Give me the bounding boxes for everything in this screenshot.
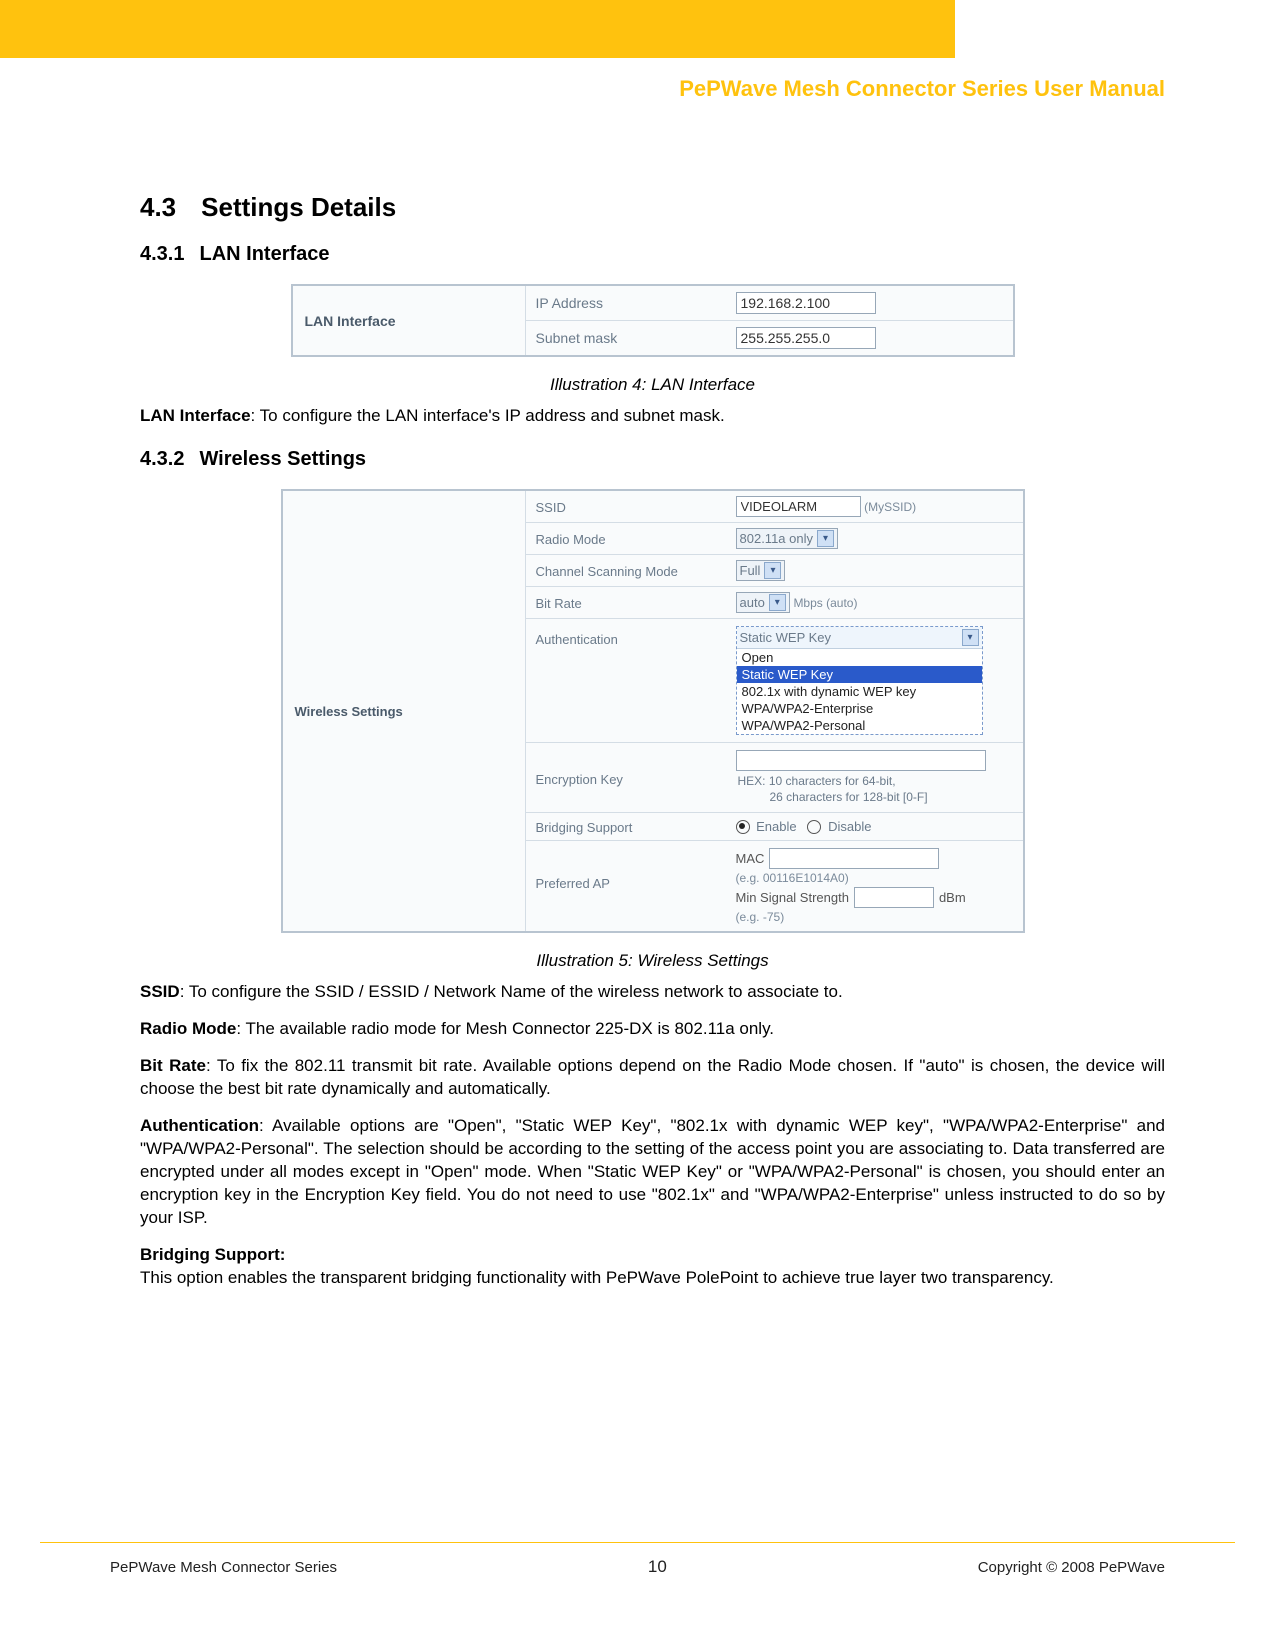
bridge-label: Bridging Support bbox=[526, 818, 736, 835]
lan-mask-input[interactable] bbox=[736, 327, 876, 349]
auth-body: : Available options are "Open", "Static … bbox=[140, 1116, 1165, 1227]
enc-key-input[interactable] bbox=[736, 750, 986, 771]
lan-mask-row: Subnet mask bbox=[526, 321, 1013, 355]
minsig-label: Min Signal Strength bbox=[736, 890, 849, 905]
bitrate-label: Bit Rate bbox=[526, 594, 736, 611]
auth-label: Authentication bbox=[526, 626, 736, 647]
minsig-eg: (e.g. -75) bbox=[736, 910, 1015, 924]
footer-right: Copyright © 2008 PePWave bbox=[978, 1559, 1165, 1576]
lan-desc-para: LAN Interface: To configure the LAN inte… bbox=[140, 405, 1165, 428]
illustration-4-caption: Illustration 4: LAN Interface bbox=[140, 375, 1165, 395]
lan-section-label: LAN Interface bbox=[293, 286, 526, 355]
enc-hint-2: 26 characters for 128-bit [0-F] bbox=[738, 790, 1015, 806]
mac-label: MAC bbox=[736, 851, 765, 866]
lan-ip-label: IP Address bbox=[526, 295, 736, 311]
auth-option-static-wep[interactable]: Static WEP Key bbox=[737, 666, 982, 683]
auth-para: Authentication: Available options are "O… bbox=[140, 1115, 1165, 1230]
ssid-input[interactable] bbox=[736, 496, 861, 517]
radio-body: : The available radio mode for Mesh Conn… bbox=[236, 1019, 774, 1038]
ssid-label: SSID bbox=[526, 498, 736, 515]
auth-dropdown-list: Open Static WEP Key 802.1x with dynamic … bbox=[737, 649, 982, 734]
auth-option-wpa-ent[interactable]: WPA/WPA2-Enterprise bbox=[737, 700, 982, 717]
top-brand-bar bbox=[0, 0, 1275, 58]
bridge-head: Bridging Support: bbox=[140, 1245, 285, 1264]
radio-term: Radio Mode bbox=[140, 1019, 236, 1038]
bitrate-hint: Mbps (auto) bbox=[793, 596, 857, 610]
radio-mode-row: Radio Mode 802.11a only ▾ bbox=[526, 523, 1023, 555]
page-footer: PePWave Mesh Connector Series 10 Copyrig… bbox=[0, 1543, 1275, 1607]
bitrate-value: auto bbox=[740, 595, 765, 610]
footer-left: PePWave Mesh Connector Series bbox=[110, 1559, 337, 1576]
subsection-lan-number: 4.3.1 bbox=[140, 243, 184, 265]
auth-option-open[interactable]: Open bbox=[737, 649, 982, 666]
doc-header-title: PePWave Mesh Connector Series User Manua… bbox=[0, 58, 1275, 102]
bitrate-body: : To fix the 802.11 transmit bit rate. A… bbox=[140, 1056, 1165, 1098]
bitrate-term: Bit Rate bbox=[140, 1056, 206, 1075]
subsection-lan-title: LAN Interface bbox=[199, 243, 329, 265]
lan-mask-label: Subnet mask bbox=[526, 330, 736, 346]
bitrate-select[interactable]: auto ▾ bbox=[736, 592, 790, 613]
radio-mode-select[interactable]: 802.11a only ▾ bbox=[736, 528, 839, 549]
bitrate-row: Bit Rate auto ▾ Mbps (auto) bbox=[526, 587, 1023, 619]
subsection-lan-heading: 4.3.1 LAN Interface bbox=[140, 243, 1165, 266]
lan-interface-figure: LAN Interface IP Address Subnet mask bbox=[291, 284, 1015, 357]
bridge-enable-radio[interactable] bbox=[736, 820, 750, 834]
scan-mode-row: Channel Scanning Mode Full ▾ bbox=[526, 555, 1023, 587]
bridge-body-para: This option enables the transparent brid… bbox=[140, 1267, 1165, 1290]
bitrate-para: Bit Rate: To fix the 802.11 transmit bit… bbox=[140, 1055, 1165, 1101]
auth-row: Authentication Static WEP Key ▾ Open Sta… bbox=[526, 619, 1023, 743]
subsection-wireless-number: 4.3.2 bbox=[140, 448, 184, 470]
section-number: 4.3 bbox=[140, 192, 176, 222]
auth-option-8021x[interactable]: 802.1x with dynamic WEP key bbox=[737, 683, 982, 700]
ssid-hint: (MySSID) bbox=[864, 500, 916, 514]
section-heading: 4.3 Settings Details bbox=[140, 192, 1165, 223]
lan-ip-row: IP Address bbox=[526, 286, 1013, 321]
chevron-down-icon: ▾ bbox=[764, 562, 781, 579]
mac-input[interactable] bbox=[769, 848, 939, 869]
bridge-head-para: Bridging Support: bbox=[140, 1244, 1165, 1267]
enc-hint-1: HEX: 10 characters for 64-bit, bbox=[738, 774, 1015, 790]
ssid-term: SSID bbox=[140, 982, 180, 1001]
minsig-input[interactable] bbox=[854, 887, 934, 908]
scan-mode-value: Full bbox=[740, 563, 761, 578]
wireless-settings-figure: Wireless Settings SSID (MySSID) Radio Mo… bbox=[281, 489, 1025, 933]
scan-mode-label: Channel Scanning Mode bbox=[526, 562, 736, 579]
ssid-para: SSID: To configure the SSID / ESSID / Ne… bbox=[140, 981, 1165, 1004]
illustration-5-caption: Illustration 5: Wireless Settings bbox=[140, 951, 1165, 971]
auth-option-wpa-psk[interactable]: WPA/WPA2-Personal bbox=[737, 717, 982, 734]
lan-desc-term: LAN Interface bbox=[140, 406, 251, 425]
auth-term: Authentication bbox=[140, 1116, 259, 1135]
section-title: Settings Details bbox=[201, 192, 396, 222]
chevron-down-icon: ▾ bbox=[962, 629, 979, 646]
bridge-disable-label: Disable bbox=[828, 819, 871, 834]
page-content: 4.3 Settings Details 4.3.1 LAN Interface L… bbox=[0, 102, 1275, 1542]
chevron-down-icon: ▾ bbox=[817, 530, 834, 547]
top-bar-accent bbox=[955, 0, 1275, 58]
radio-mode-label: Radio Mode bbox=[526, 530, 736, 547]
mac-eg: (e.g. 00116E1014A0) bbox=[736, 871, 1015, 885]
minsig-unit: dBm bbox=[939, 890, 966, 905]
subsection-wireless-heading: 4.3.2 Wireless Settings bbox=[140, 448, 1165, 471]
radio-mode-value: 802.11a only bbox=[740, 531, 814, 546]
auth-select[interactable]: Static WEP Key ▾ Open Static WEP Key 802… bbox=[736, 626, 983, 735]
lan-ip-input[interactable] bbox=[736, 292, 876, 314]
bridge-disable-radio[interactable] bbox=[807, 820, 821, 834]
enc-row: Encryption Key HEX: 10 characters for 64… bbox=[526, 743, 1023, 813]
page-number: 10 bbox=[648, 1557, 667, 1577]
pref-ap-label: Preferred AP bbox=[526, 848, 736, 891]
chevron-down-icon: ▾ bbox=[769, 594, 786, 611]
auth-selected: Static WEP Key bbox=[740, 630, 832, 645]
lan-desc-body: : To configure the LAN interface's IP ad… bbox=[251, 406, 725, 425]
wireless-section-label: Wireless Settings bbox=[283, 491, 526, 931]
pref-ap-row: Preferred AP MAC (e.g. 00116E1014A0) Min… bbox=[526, 841, 1023, 931]
scan-mode-select[interactable]: Full ▾ bbox=[736, 560, 786, 581]
radio-para: Radio Mode: The available radio mode for… bbox=[140, 1018, 1165, 1041]
ssid-row: SSID (MySSID) bbox=[526, 491, 1023, 523]
bridge-enable-label: Enable bbox=[756, 819, 796, 834]
ssid-body: : To configure the SSID / ESSID / Networ… bbox=[180, 982, 843, 1001]
enc-label: Encryption Key bbox=[526, 750, 736, 787]
bridge-row: Bridging Support Enable Disable bbox=[526, 813, 1023, 841]
subsection-wireless-title: Wireless Settings bbox=[199, 448, 366, 470]
